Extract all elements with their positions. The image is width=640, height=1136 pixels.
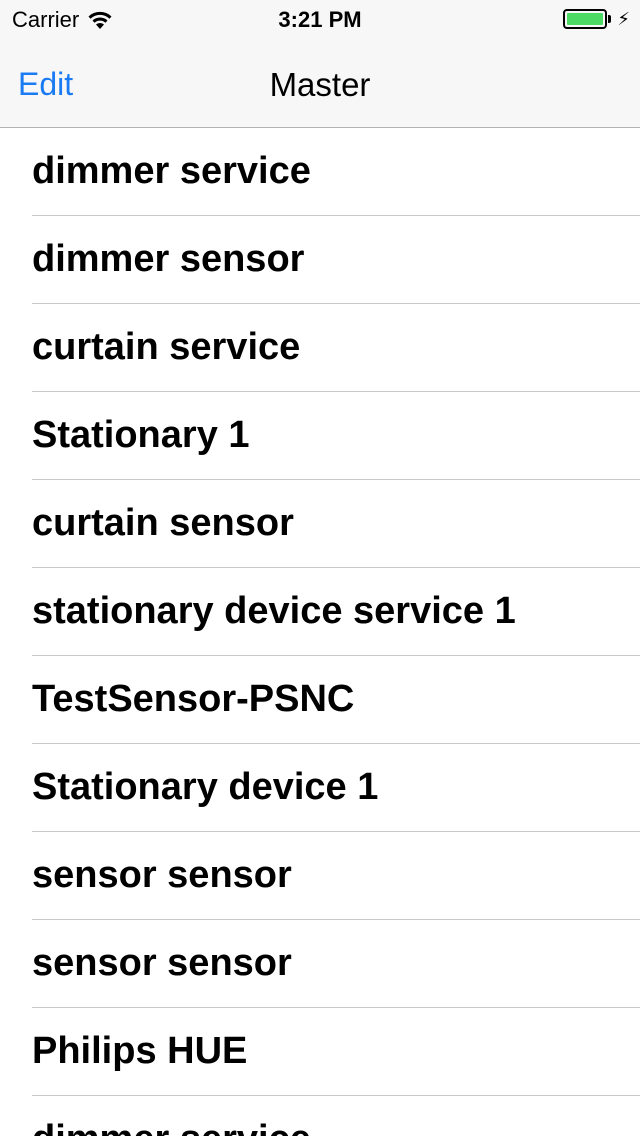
row-label: stationary device service 1	[32, 590, 516, 632]
table-row[interactable]: curtain sensor	[0, 480, 640, 568]
table-row[interactable]: stationary device service 1	[0, 568, 640, 656]
table-row[interactable]: sensor sensor	[0, 832, 640, 920]
bolt-icon: ⚡︎	[617, 9, 630, 29]
row-label: dimmer service	[32, 150, 311, 192]
page-title: Master	[269, 66, 371, 103]
row-label: curtain service	[32, 326, 301, 368]
status-bar: Carrier 3:21 PM ⚡︎	[0, 0, 640, 40]
status-time: 3:21 PM	[278, 7, 362, 32]
row-label: TestSensor-PSNC	[32, 678, 355, 720]
table-row[interactable]: Stationary 1	[0, 392, 640, 480]
table-row[interactable]: dimmer service	[0, 128, 640, 216]
row-label: Stationary 1	[32, 414, 250, 456]
row-label: dimmer service	[32, 1118, 311, 1136]
table-row[interactable]: sensor sensor	[0, 920, 640, 1008]
table-row[interactable]: Philips HUE	[0, 1008, 640, 1096]
table-row[interactable]: dimmer sensor	[0, 216, 640, 304]
row-label: Stationary device 1	[32, 766, 379, 808]
table-row[interactable]: dimmer service	[0, 1096, 640, 1136]
table-row[interactable]: TestSensor-PSNC	[0, 656, 640, 744]
app-screen: Carrier 3:21 PM ⚡︎ Edit Master dimmer se…	[0, 0, 640, 1136]
battery-indicator: ⚡︎	[563, 9, 630, 29]
navigation-bar: Edit Master	[0, 40, 640, 128]
row-label: dimmer sensor	[32, 238, 305, 280]
table-row[interactable]: curtain service	[0, 304, 640, 392]
row-label: sensor sensor	[32, 854, 292, 896]
battery-fill	[567, 13, 604, 25]
row-label: Philips HUE	[32, 1030, 248, 1072]
top-chrome: Carrier 3:21 PM ⚡︎ Edit Master	[0, 0, 640, 128]
table-row[interactable]: Stationary device 1	[0, 744, 640, 832]
battery-tip	[608, 15, 612, 23]
battery-icon	[563, 9, 608, 29]
master-table: dimmer service dimmer sensor curtain servi…	[0, 128, 640, 1136]
row-label: curtain sensor	[32, 502, 294, 544]
row-label: sensor sensor	[32, 942, 292, 984]
